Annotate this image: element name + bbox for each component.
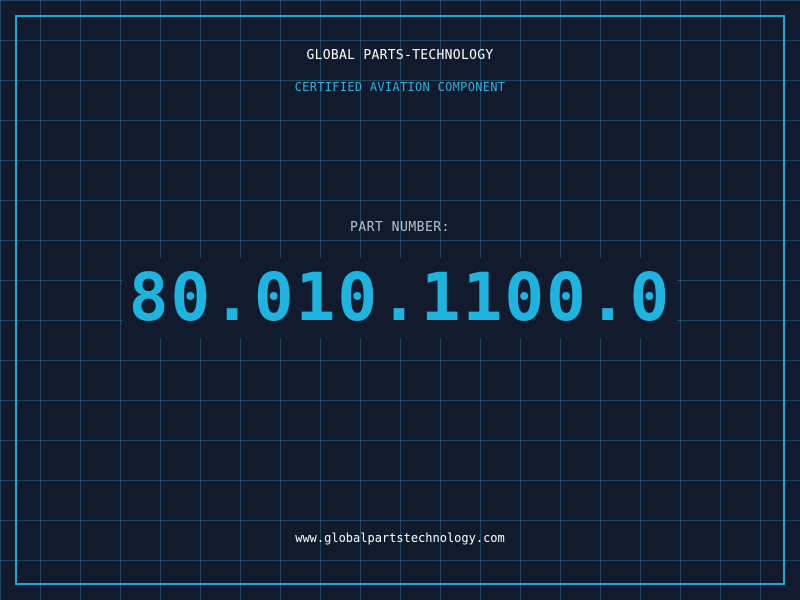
- part-number-container: 80.010.1100.0: [0, 258, 800, 338]
- certification-tagline: CERTIFIED AVIATION COMPONENT: [294, 80, 506, 94]
- brand-name: GLOBAL PARTS-TECHNOLOGY: [306, 48, 494, 63]
- part-label-canvas: GLOBAL PARTS-TECHNOLOGY CERTIFIED AVIATI…: [0, 0, 800, 600]
- website-url: www.globalpartstechnology.com: [295, 531, 505, 545]
- part-number-label: PART NUMBER:: [350, 220, 450, 235]
- part-number-value: 80.010.1100.0: [122, 258, 678, 338]
